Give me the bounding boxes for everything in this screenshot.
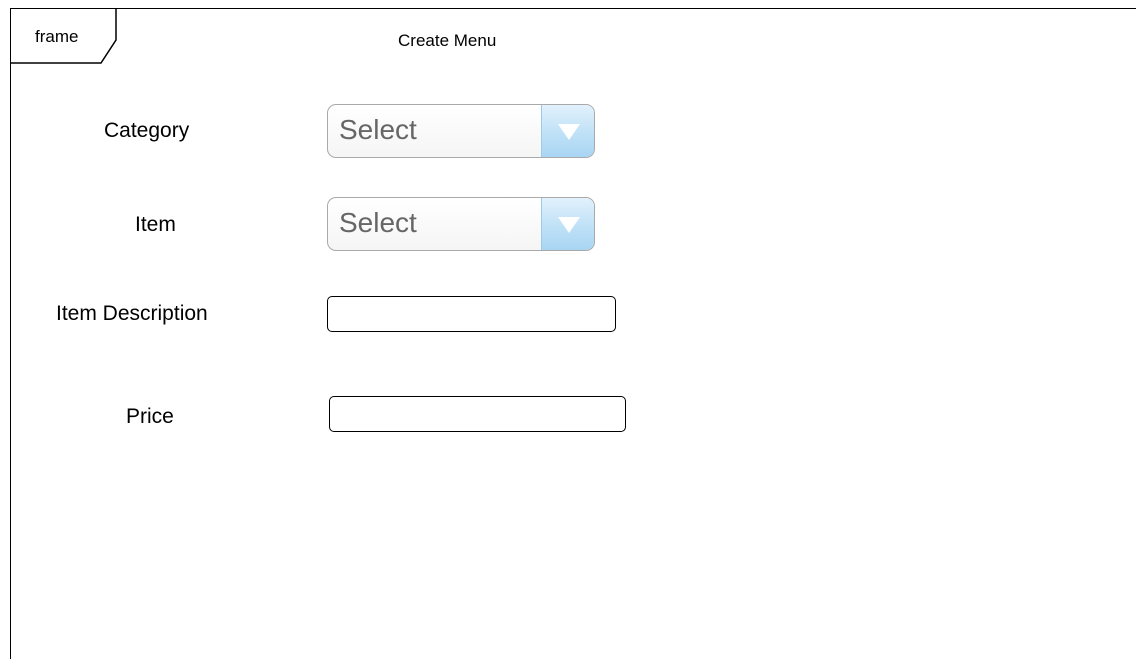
chevron-down-icon bbox=[558, 124, 580, 140]
item-description-input[interactable] bbox=[327, 296, 616, 332]
frame-tab: frame bbox=[10, 8, 120, 64]
category-label: Category bbox=[104, 119, 190, 142]
chevron-down-icon bbox=[558, 217, 580, 233]
item-select[interactable]: Select bbox=[327, 197, 595, 251]
page-title: Create Menu bbox=[398, 31, 497, 50]
category-dropdown-button[interactable] bbox=[541, 105, 594, 157]
price-label: Price bbox=[126, 405, 174, 428]
item-label: Item bbox=[135, 213, 176, 236]
item-select-value: Select bbox=[339, 207, 417, 238]
price-input[interactable] bbox=[329, 396, 626, 432]
wireframe-canvas: frame Create Menu Category Select Item S… bbox=[0, 0, 1136, 659]
item-dropdown-button[interactable] bbox=[541, 198, 594, 250]
frame-label: frame bbox=[35, 27, 79, 46]
item-description-label: Item Description bbox=[56, 302, 208, 325]
category-select[interactable]: Select bbox=[327, 104, 595, 158]
category-select-value: Select bbox=[339, 114, 417, 145]
